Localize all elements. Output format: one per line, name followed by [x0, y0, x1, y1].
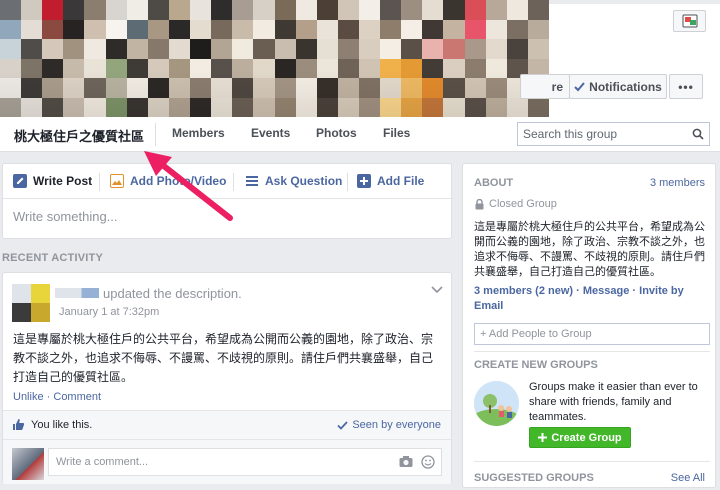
like-summary: You like this. Seen by everyone [3, 410, 451, 440]
groups-illustration-art [474, 381, 519, 426]
seen-indicator: Seen by everyone [337, 419, 441, 431]
recent-activity-heading: RECENT ACTIVITY [2, 252, 103, 264]
share-button-label: re [551, 79, 563, 94]
group-description: 這是專屬於桃大極住戶的公共平台，希望成為公開而公義的園地，除了政治、宗教不談之外… [474, 220, 705, 278]
group-tab-bar: 桃大極住戶之優質社區 Members Events Photos Files [0, 117, 720, 152]
add-people-input[interactable]: + Add People to Group [474, 323, 710, 345]
links-separator: · [576, 285, 580, 297]
privacy-label: Closed Group [489, 198, 557, 210]
plus-icon [538, 433, 548, 442]
write-post-label: Write Post [33, 174, 93, 188]
new-members-count[interactable]: (2 new) [535, 285, 573, 297]
annotation-arrow [144, 151, 233, 221]
section-divider [474, 351, 710, 352]
privacy-status: Closed Group [475, 198, 557, 210]
members-link[interactable]: 3 members [474, 285, 532, 297]
more-icon: ••• [678, 79, 694, 94]
author-name[interactable] [55, 288, 99, 298]
group-name[interactable]: 桃大極住戶之優質社區 [14, 126, 144, 145]
thumbs-up-icon [13, 419, 25, 430]
create-groups-title: CREATE NEW GROUPS [474, 359, 598, 371]
story-actions: Unlike · Comment [13, 391, 101, 403]
search-input[interactable] [518, 123, 688, 145]
seen-text: Seen by everyone [352, 419, 441, 431]
add-file-tab[interactable]: Add File [357, 174, 424, 188]
story-timestamp[interactable]: January 1 at 7:32pm [59, 306, 159, 318]
lock-icon [475, 198, 484, 209]
list-icon [246, 176, 258, 186]
links-separator: · [632, 285, 637, 297]
share-button[interactable]: re [520, 74, 570, 99]
comment-link[interactable]: Comment [53, 391, 101, 403]
search-icon[interactable] [692, 128, 704, 140]
activity-story: updated the description. January 1 at 7:… [2, 272, 452, 484]
about-sidebar: ABOUT 3 members Closed Group 這是專屬於桃大極住戶的… [462, 163, 716, 488]
group-settings-button[interactable] [673, 10, 706, 32]
section-divider [474, 461, 710, 462]
header-strip [549, 0, 720, 4]
create-group-label: Create Group [551, 431, 622, 444]
photo-icon [110, 174, 124, 188]
emoji-icon[interactable] [421, 455, 435, 469]
likes-text: You like this. [31, 419, 93, 431]
composer-divider [99, 173, 100, 191]
write-post-tab[interactable]: Write Post [13, 174, 92, 188]
members-count-link[interactable]: 3 members [650, 177, 705, 189]
notifications-label: Notifications [589, 79, 662, 94]
add-file-icon [357, 174, 371, 188]
about-links: 3 members (2 new) · Message · Invite by … [474, 284, 706, 314]
story-action: updated the description. [103, 286, 242, 301]
story-text: 這是專屬於桃大極住戶的公共平台，希望成為公開而公義的園地，除了政治、宗教不談之外… [13, 332, 434, 384]
see-all-link[interactable]: See All [671, 472, 705, 484]
tab-members[interactable]: Members [172, 126, 225, 140]
about-title: ABOUT [474, 177, 514, 189]
camera-icon[interactable] [399, 455, 413, 468]
cover-photo[interactable] [0, 0, 549, 117]
picture-icon [682, 14, 697, 28]
checkmark-icon [574, 81, 585, 91]
more-options-button[interactable]: ••• [669, 74, 703, 99]
user-avatar [12, 448, 44, 480]
comment-placeholder: Write a comment... [56, 456, 149, 468]
checkmark-icon [337, 420, 348, 430]
action-separator: · [46, 391, 51, 403]
ask-question-label: Ask Question [265, 174, 343, 188]
tab-divider [155, 123, 156, 146]
composer-input[interactable]: Write something... [13, 209, 118, 224]
tab-files[interactable]: Files [383, 126, 410, 140]
create-groups-text: Groups make it easier than ever to share… [529, 381, 698, 423]
chevron-down-icon[interactable] [431, 286, 443, 294]
avatar[interactable] [12, 284, 50, 322]
comment-input[interactable]: Write a comment... [48, 448, 442, 476]
comment-composer: Write a comment... [3, 440, 451, 484]
tab-photos[interactable]: Photos [316, 126, 357, 140]
unlike-link[interactable]: Unlike [13, 391, 44, 403]
cover-fade [0, 0, 549, 117]
groups-illustration [474, 381, 519, 426]
message-link[interactable]: Message [583, 285, 629, 297]
add-file-label: Add File [377, 174, 425, 188]
group-search [517, 122, 710, 146]
comment-attachments [399, 455, 435, 469]
tab-events[interactable]: Events [251, 126, 290, 140]
composer-divider [347, 173, 348, 191]
ask-question-tab[interactable]: Ask Question [245, 174, 342, 188]
suggested-groups-title: SUGGESTED GROUPS [474, 472, 594, 484]
create-group-button[interactable]: Create Group [529, 427, 631, 448]
pencil-icon [13, 174, 27, 188]
notifications-button[interactable]: Notifications [569, 74, 667, 99]
